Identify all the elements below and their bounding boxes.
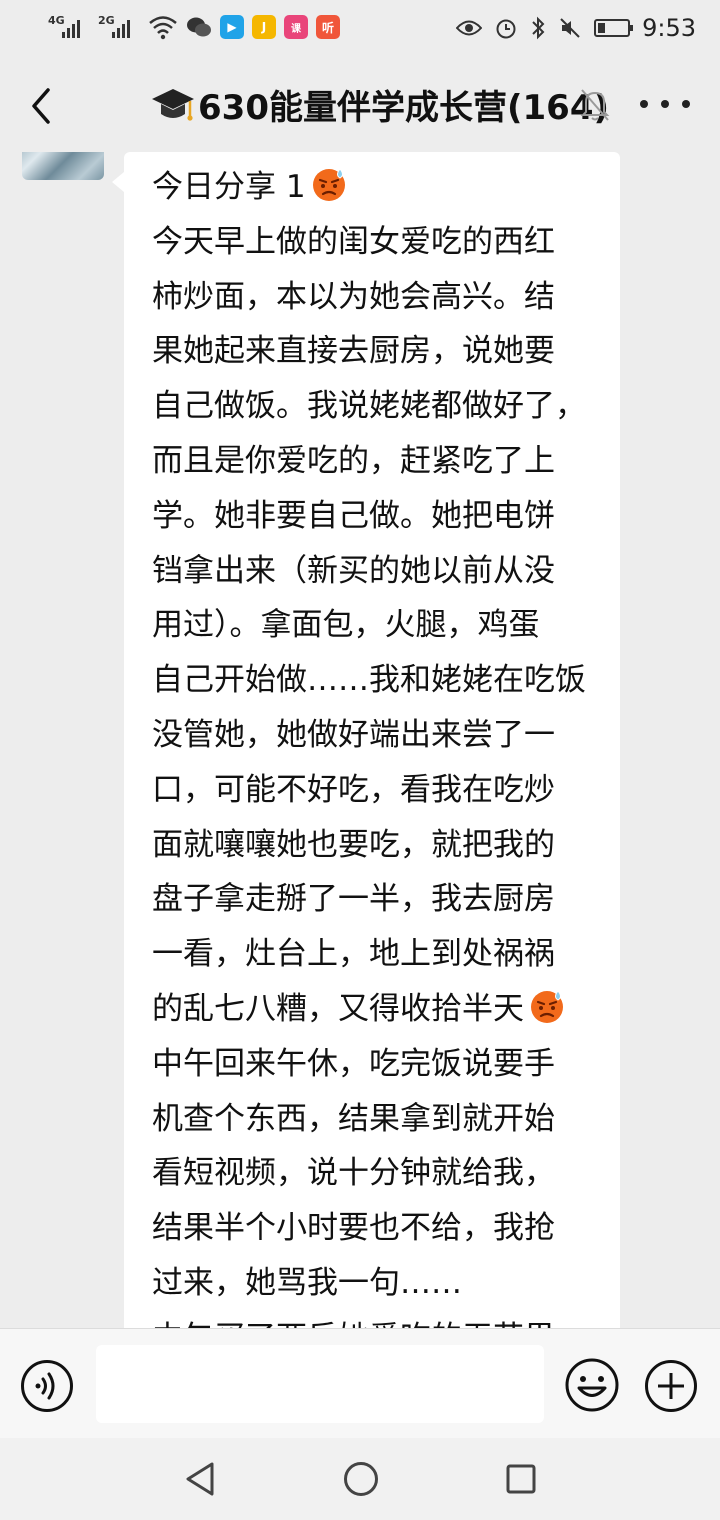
voice-input-icon[interactable] (20, 1359, 74, 1413)
more-options-icon[interactable] (640, 100, 690, 112)
sweating-face-emoji-icon (306, 168, 348, 205)
news-app-icon: 课 (284, 15, 308, 39)
message-line: 中午回来午休，吃完饭说要手 (152, 1045, 555, 1082)
alarm-icon (496, 19, 516, 39)
message-line: 盘子拿走掰了一半，我去厨房 (152, 881, 555, 918)
back-chevron-icon[interactable] (22, 82, 62, 130)
chat-area[interactable]: 今日分享 1 今天早上做的闺女爱吃的西红 柿炒面，本以为她会高兴。结 果她起来直接去厨… (0, 152, 720, 1328)
message-line: 一看，灶台上，地上到处祸祸 (152, 936, 555, 973)
message-bubble[interactable]: 今日分享 1 今天早上做的闺女爱吃的西红 柿炒面，本以为她会高兴。结 果她起来直接去厨… (112, 152, 620, 1328)
message-line: 果她起来直接去厨房，说她要 (152, 333, 555, 370)
message-text: 今日分享 1 今天早上做的闺女爱吃的西红 柿炒面，本以为她会高兴。结 果她起来直接去厨… (152, 160, 604, 1328)
wifi-icon (149, 16, 177, 40)
message-line: 结果半个小时要也不给，我抢 (152, 1210, 555, 1247)
message-input[interactable] (96, 1345, 544, 1423)
mute-icon (560, 18, 580, 38)
message-line: 过来，她骂我一句…… (152, 1264, 462, 1301)
signal-icon-2: 2G (98, 14, 140, 40)
message-line: 柿炒面，本以为她会高兴。结 (152, 278, 555, 315)
mute-bell-icon (580, 89, 610, 121)
avatar[interactable] (22, 152, 104, 180)
message-line: 学。她非要自己做。她把电饼 (152, 497, 555, 534)
message-line: 看短视频，说十分钟就给我， (152, 1155, 555, 1192)
input-bar (0, 1328, 720, 1439)
message-line: 的乱七八糟，又得收拾半天 (152, 982, 604, 1037)
eye-icon (456, 20, 483, 36)
graduation-cap-icon (152, 88, 194, 121)
message-line: 机查个东西，结果拿到就开始 (152, 1100, 555, 1137)
status-bar: 4G 2G ▶ J 课 听 9:53 (0, 0, 720, 60)
message-line: 自己开始做……我和姥姥在吃饭 (152, 662, 586, 699)
message-line: 今日分享 1 (152, 160, 604, 215)
message-line: 自己做饭。我说姥姥都做好了， (152, 388, 586, 425)
message-line: 今天早上做的闺女爱吃的西红 (152, 223, 555, 260)
system-nav-bar (0, 1438, 720, 1520)
message-line: 口，可能不好吃，看我在吃炒 (152, 771, 555, 808)
bluetooth-icon (532, 16, 545, 40)
listen-app-icon: 听 (316, 15, 340, 39)
signal-icon: 4G (48, 14, 90, 40)
message-line: 用过）。拿面包，火腿，鸡蛋 (152, 607, 540, 644)
back-triangle-icon[interactable] (182, 1460, 218, 1498)
clock: 9:53 (642, 14, 696, 42)
message-line: 面就嚷嚷她也要吃，就把我的 (152, 826, 555, 863)
status-right: 9:53 (456, 14, 696, 42)
status-left: 4G 2G ▶ J 课 听 (48, 14, 340, 40)
message-line: 没管她，她做好端出来尝了一 (152, 716, 555, 753)
message-line: 铛拿出来（新买的她以前从没 (152, 552, 555, 589)
recents-square-icon[interactable] (504, 1462, 538, 1496)
home-circle-icon[interactable] (342, 1460, 380, 1498)
chat-header: 630能量伴学成长营(164) (0, 60, 720, 153)
sweating-face-emoji-icon (524, 990, 566, 1027)
group-title-text: 630能量伴学成长营(164) (198, 88, 610, 128)
video-app-icon: ▶ (220, 15, 244, 39)
battery-icon (594, 19, 634, 37)
message-line: 中午买了两斤她爱吃的无花果， (152, 1311, 604, 1328)
plus-icon[interactable] (644, 1359, 698, 1413)
emoji-icon[interactable] (564, 1357, 620, 1413)
wechat-icon (187, 17, 211, 37)
j-app-icon: J (252, 15, 276, 39)
message-line: 而且是你爱吃的，赶紧吃了上 (152, 442, 555, 479)
page-title[interactable]: 630能量伴学成长营(164) (150, 80, 609, 129)
